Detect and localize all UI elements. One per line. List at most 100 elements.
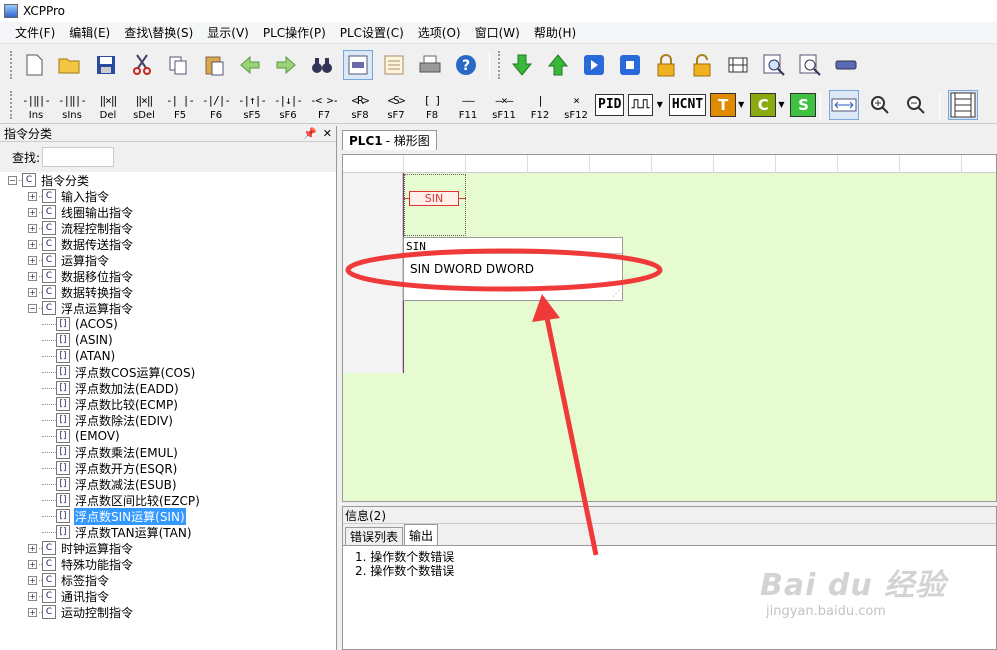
unlock-icon[interactable] bbox=[687, 50, 717, 80]
chevron-down-icon[interactable]: ▼ bbox=[778, 100, 784, 109]
ladder-btn-f12[interactable]: | F12 bbox=[523, 88, 557, 122]
menu-find-replace[interactable]: 查找\替换(S) bbox=[117, 24, 200, 41]
ladder-btn-f6[interactable]: -|/|- F6 bbox=[199, 88, 233, 122]
copy-icon[interactable] bbox=[163, 50, 193, 80]
ladder-btn-sf12[interactable]: × sF12 bbox=[559, 88, 593, 122]
tab-plc1-ladder[interactable]: PLC1 - 梯形图 bbox=[342, 130, 437, 150]
menu-options[interactable]: 选项(O) bbox=[411, 24, 468, 41]
expand-icon[interactable]: + bbox=[28, 207, 37, 217]
expand-icon[interactable]: + bbox=[28, 255, 37, 265]
menu-view[interactable]: 显示(V) bbox=[200, 24, 256, 41]
ladder-btn-sf5[interactable]: -|↑|- sF5 bbox=[235, 88, 269, 122]
pin-icon[interactable]: 📌 bbox=[303, 127, 317, 140]
tree-node[interactable]: + C 数据转换指令 bbox=[0, 284, 336, 300]
ladder-btn-f8[interactable]: [ ] F8 bbox=[415, 88, 449, 122]
ladder-btn-sf11[interactable]: —×— sF11 bbox=[487, 88, 521, 122]
collapse-icon[interactable]: − bbox=[8, 175, 17, 185]
save-icon[interactable] bbox=[91, 50, 121, 80]
new-file-icon[interactable] bbox=[19, 50, 49, 80]
tree-node[interactable]: [] 浮点数除法(EDIV) bbox=[0, 412, 336, 428]
ladder-btn-f7[interactable]: -< >- F7 bbox=[307, 88, 341, 122]
expand-icon[interactable]: + bbox=[28, 191, 37, 201]
expand-icon[interactable]: + bbox=[28, 607, 37, 617]
search-doc-icon[interactable] bbox=[795, 50, 825, 80]
state-button[interactable]: S bbox=[790, 92, 817, 117]
ladder-btn-f5[interactable]: -| |- F5 bbox=[163, 88, 197, 122]
expand-icon[interactable]: + bbox=[28, 543, 37, 553]
expand-icon[interactable]: + bbox=[28, 559, 37, 569]
tree-node[interactable]: + C 数据传送指令 bbox=[0, 236, 336, 252]
paste-icon[interactable] bbox=[199, 50, 229, 80]
monitor-icon[interactable] bbox=[723, 50, 753, 80]
counter-button[interactable]: C bbox=[750, 92, 777, 117]
list-view-icon[interactable] bbox=[379, 50, 409, 80]
tree-node[interactable]: + C 运动控制指令 bbox=[0, 604, 336, 620]
fit-width-icon[interactable] bbox=[829, 89, 860, 120]
tree-node[interactable]: [] 浮点数SIN运算(SIN) bbox=[0, 507, 336, 525]
ladder-btn-sf6[interactable]: -|↓|- sF6 bbox=[271, 88, 305, 122]
tree-node[interactable]: [] (ACOS) bbox=[0, 316, 336, 332]
ladder-grid-icon[interactable] bbox=[948, 89, 979, 120]
binoculars-icon[interactable] bbox=[307, 50, 337, 80]
resize-grip-icon[interactable]: ⋰ bbox=[612, 289, 620, 298]
chevron-down-icon[interactable]: ▼ bbox=[657, 100, 663, 109]
toolbar-grip[interactable] bbox=[10, 90, 13, 119]
ladder-view-icon[interactable] bbox=[343, 50, 373, 80]
undo-arrow-icon[interactable] bbox=[235, 50, 265, 80]
search-input[interactable] bbox=[42, 147, 115, 167]
run-icon[interactable] bbox=[579, 50, 609, 80]
tree-node[interactable]: [] 浮点数比较(ECMP) bbox=[0, 396, 336, 412]
tree-node[interactable]: [] 浮点数COS运算(COS) bbox=[0, 364, 336, 380]
comm-icon[interactable] bbox=[831, 50, 861, 80]
stop-icon[interactable] bbox=[615, 50, 645, 80]
upload-icon[interactable] bbox=[543, 50, 573, 80]
tree-node[interactable]: [] (EMOV) bbox=[0, 428, 336, 444]
ladder-btn-sf8[interactable]: <R> sF8 bbox=[343, 88, 377, 122]
menu-help[interactable]: 帮助(H) bbox=[527, 24, 583, 41]
redo-arrow-icon[interactable] bbox=[271, 50, 301, 80]
zoom-in-icon[interactable] bbox=[865, 90, 895, 120]
ladder-editor[interactable]: SIN bbox=[342, 154, 997, 502]
tree-node[interactable]: + C 线圈输出指令 bbox=[0, 204, 336, 220]
tree-node[interactable]: + C 输入指令 bbox=[0, 188, 336, 204]
expand-icon[interactable]: + bbox=[28, 271, 37, 281]
toolbar-grip[interactable] bbox=[498, 51, 501, 79]
tree-node[interactable]: + C 时钟运算指令 bbox=[0, 540, 336, 556]
download-icon[interactable] bbox=[507, 50, 537, 80]
lock-icon[interactable] bbox=[651, 50, 681, 80]
cut-icon[interactable] bbox=[127, 50, 157, 80]
ladder-btn-sdel[interactable]: ‖×‖ sDel bbox=[127, 88, 161, 122]
tree-node[interactable]: [] 浮点数减法(ESUB) bbox=[0, 476, 336, 492]
tree-node[interactable]: − C 浮点运算指令 bbox=[0, 300, 336, 316]
chevron-down-icon[interactable]: ▼ bbox=[738, 100, 744, 109]
menu-plc-settings[interactable]: PLC设置(C) bbox=[333, 24, 411, 41]
menu-file[interactable]: 文件(F) bbox=[8, 24, 62, 41]
ladder-btn-sins[interactable]: -|‖|- sIns bbox=[55, 88, 89, 122]
collapse-icon[interactable]: − bbox=[28, 303, 37, 313]
zoom-doc-icon[interactable] bbox=[759, 50, 789, 80]
zoom-out-icon[interactable] bbox=[901, 90, 931, 120]
tree-node[interactable]: + C 标签指令 bbox=[0, 572, 336, 588]
tree-node[interactable]: + C 数据移位指令 bbox=[0, 268, 336, 284]
menu-plc-operation[interactable]: PLC操作(P) bbox=[256, 24, 333, 41]
ladder-btn-del[interactable]: ‖×‖ Del bbox=[91, 88, 125, 122]
tree-node[interactable]: [] 浮点数加法(EADD) bbox=[0, 380, 336, 396]
expand-icon[interactable]: + bbox=[28, 223, 37, 233]
expand-icon[interactable]: + bbox=[28, 239, 37, 249]
tab-error-list[interactable]: 错误列表 bbox=[345, 527, 404, 545]
tree-node[interactable]: − C 指令分类 bbox=[0, 172, 336, 188]
tree-node[interactable]: [] (ATAN) bbox=[0, 348, 336, 364]
print-icon[interactable] bbox=[415, 50, 445, 80]
tree-node[interactable]: + C 流程控制指令 bbox=[0, 220, 336, 236]
help-icon[interactable]: ? bbox=[451, 50, 481, 80]
open-folder-icon[interactable] bbox=[55, 50, 85, 80]
tree-node[interactable]: [] 浮点数乘法(EMUL) bbox=[0, 444, 336, 460]
pid-button[interactable]: PID bbox=[595, 93, 625, 116]
tree-node[interactable]: + C 特殊功能指令 bbox=[0, 556, 336, 572]
tree-node[interactable]: [] 浮点数TAN运算(TAN) bbox=[0, 524, 336, 540]
menu-edit[interactable]: 编辑(E) bbox=[62, 24, 117, 41]
tab-output[interactable]: 输出 bbox=[404, 524, 439, 545]
menu-window[interactable]: 窗口(W) bbox=[468, 24, 527, 41]
tree-node[interactable]: [] (ASIN) bbox=[0, 332, 336, 348]
ladder-btn-ins[interactable]: -|‖|- Ins bbox=[19, 88, 53, 122]
